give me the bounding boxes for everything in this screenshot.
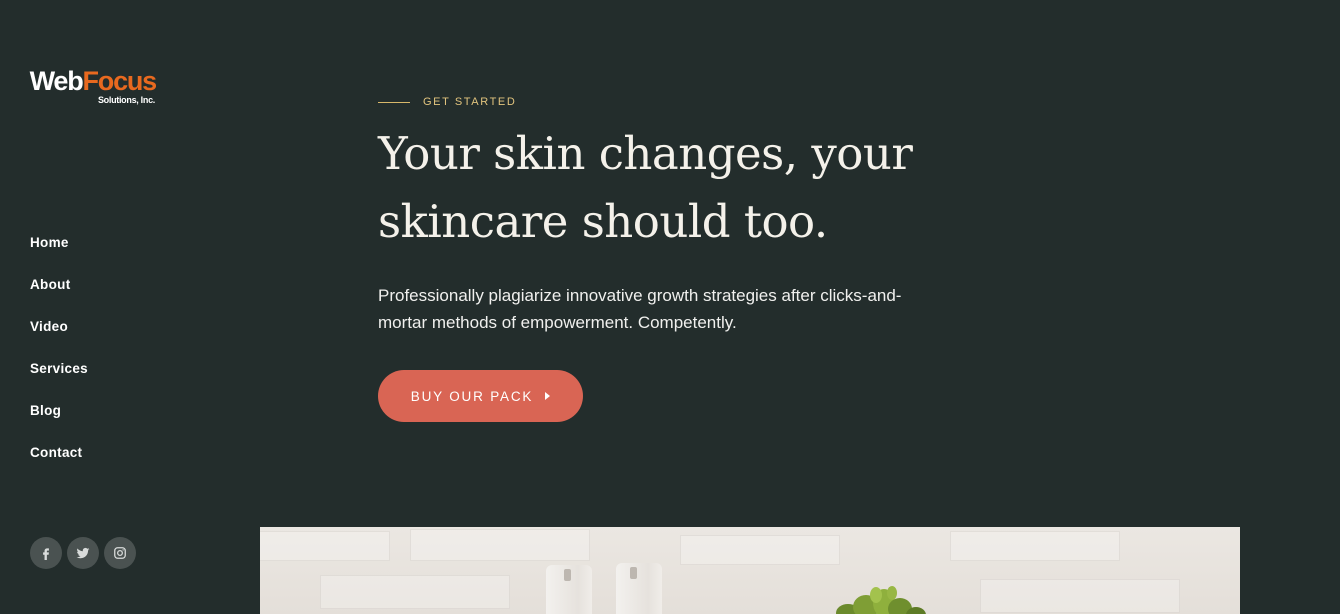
product-bottle bbox=[546, 565, 592, 614]
wall-brick bbox=[980, 579, 1180, 613]
hero-eyebrow: GET STARTED bbox=[378, 96, 516, 108]
nav-item-blog: Blog bbox=[30, 402, 88, 444]
nav-item-home: Home bbox=[30, 234, 88, 276]
instagram-link[interactable] bbox=[104, 537, 136, 569]
instagram-icon bbox=[114, 547, 126, 559]
hero-headline: Your skin changes, your skincare should … bbox=[378, 120, 1018, 256]
description-line-1: Professionally plagiarize innovative gro… bbox=[378, 286, 902, 305]
caret-right-icon bbox=[545, 392, 551, 400]
wall-brick bbox=[410, 529, 590, 561]
headline-line-2: skincare should too. bbox=[378, 195, 828, 248]
buy-our-pack-button[interactable]: BUY OUR PACK bbox=[378, 370, 583, 422]
description-line-2: mortar methods of empowerment. Competent… bbox=[378, 313, 737, 332]
hero-description: Professionally plagiarize innovative gro… bbox=[378, 282, 958, 336]
headline-line-1: Your skin changes, your bbox=[378, 127, 913, 180]
eyebrow-divider bbox=[378, 101, 410, 103]
logo-wordmark: WebFocus bbox=[29, 66, 158, 96]
logo-word-focus: Focus bbox=[82, 66, 157, 96]
nav-link-home[interactable]: Home bbox=[30, 235, 69, 251]
twitter-link[interactable] bbox=[67, 537, 99, 569]
nav-item-services: Services bbox=[30, 360, 88, 402]
wall-brick bbox=[950, 531, 1120, 561]
nav-link-blog[interactable]: Blog bbox=[30, 403, 61, 419]
social-links bbox=[30, 537, 136, 569]
succulent-plant bbox=[836, 586, 926, 614]
twitter-icon bbox=[76, 547, 90, 559]
product-bottle bbox=[616, 563, 662, 614]
buy-button-label: BUY OUR PACK bbox=[410, 388, 534, 404]
facebook-icon bbox=[43, 548, 49, 560]
page: WebFocus Solutions, Inc. Home About Vide… bbox=[0, 0, 1340, 614]
nav-link-contact[interactable]: Contact bbox=[30, 445, 82, 461]
nav-link-about[interactable]: About bbox=[30, 277, 70, 293]
facebook-link[interactable] bbox=[30, 537, 62, 569]
logo-word-web: Web bbox=[29, 66, 84, 96]
bottle-nozzle bbox=[630, 567, 637, 579]
hero-product-image bbox=[260, 527, 1240, 614]
wall-brick bbox=[320, 575, 510, 609]
eyebrow-label: GET STARTED bbox=[423, 96, 517, 108]
nav-link-services[interactable]: Services bbox=[30, 361, 88, 377]
wall-brick bbox=[680, 535, 840, 565]
main-nav: Home About Video Services Blog Contact bbox=[30, 234, 88, 486]
bottle-nozzle bbox=[564, 569, 571, 581]
wall-brick bbox=[260, 531, 390, 561]
nav-item-about: About bbox=[30, 276, 88, 318]
logo[interactable]: WebFocus Solutions, Inc. bbox=[29, 66, 158, 105]
logo-tagline: Solutions, Inc. bbox=[97, 95, 155, 105]
nav-link-video[interactable]: Video bbox=[30, 319, 68, 335]
nav-item-video: Video bbox=[30, 318, 88, 360]
nav-item-contact: Contact bbox=[30, 444, 88, 486]
